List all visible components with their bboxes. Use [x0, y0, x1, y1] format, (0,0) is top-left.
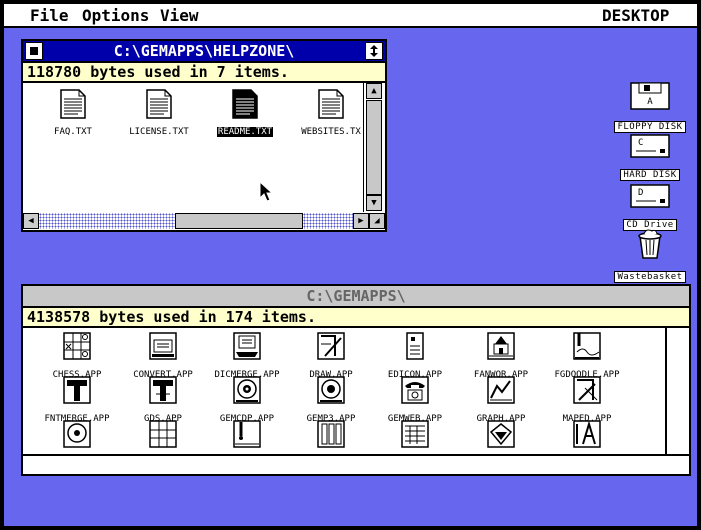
file-websites[interactable]: WEBSITES.TX — [285, 89, 363, 138]
scroll-track[interactable] — [39, 213, 175, 229]
cd-player-icon — [233, 376, 261, 404]
app-icon-item[interactable] — [117, 418, 209, 450]
scroll-left-icon[interactable]: ◀ — [23, 213, 39, 229]
text-file-icon — [60, 89, 86, 119]
desktop-label: DESKTOP — [602, 6, 670, 25]
app-icon — [401, 420, 429, 448]
file-faq[interactable]: FAQ.TXT — [27, 89, 119, 138]
menu-view[interactable]: View — [160, 6, 199, 25]
app-icon-item[interactable] — [369, 418, 461, 450]
desktop-icon-label: Wastebasket — [614, 271, 686, 283]
chess-icon — [63, 332, 91, 360]
scroll-thumb[interactable] — [175, 213, 303, 229]
helpzone-titlebar[interactable]: C:\GEMAPPS\HELPZONE\ — [23, 41, 385, 61]
file-readme[interactable]: README.TXT — [199, 89, 291, 138]
helpzone-horizontal-scrollbar[interactable]: ◀ ▶ ◢ — [23, 212, 385, 230]
gds-icon — [149, 376, 177, 404]
graph-icon — [487, 376, 515, 404]
fgdoodle-icon — [573, 332, 601, 360]
fntmerge-icon — [63, 376, 91, 404]
scroll-down-icon[interactable]: ▼ — [366, 195, 382, 211]
file-label: FAQ.TXT — [54, 127, 92, 137]
dicmerge-icon — [233, 332, 261, 360]
menu-options[interactable]: Options — [82, 6, 149, 25]
app-icon-item[interactable] — [31, 418, 123, 450]
app-icon-item[interactable] — [541, 418, 633, 450]
telephone-icon — [401, 376, 429, 404]
convert-icon — [149, 332, 177, 360]
scroll-up-icon[interactable]: ▲ — [366, 83, 382, 99]
gemapps-window: C:\GEMAPPS\ 4138578 bytes used in 174 it… — [21, 284, 691, 476]
gemapps-info: 4138578 bytes used in 174 items. — [23, 308, 689, 326]
app-icon — [149, 420, 177, 448]
app-icon-item[interactable] — [455, 418, 547, 450]
app-icon — [233, 420, 261, 448]
scroll-thumb[interactable] — [366, 100, 382, 195]
gemapps-horizontal-scrollbar[interactable] — [23, 456, 689, 474]
gemapps-vertical-scrollbar[interactable] — [667, 328, 689, 454]
wastebasket-icon — [638, 229, 662, 259]
drive-letter: D — [638, 188, 643, 198]
edicon-icon — [406, 332, 424, 360]
desktop-icon-label: HARD DISK — [620, 169, 680, 181]
file-label: LICENSE.TXT — [129, 127, 189, 137]
hard-disk-icon: C — [630, 134, 670, 158]
app-icon — [317, 420, 345, 448]
app-icon — [63, 420, 91, 448]
mp3-player-icon — [317, 376, 345, 404]
helpzone-window: C:\GEMAPPS\HELPZONE\ 118780 bytes used i… — [21, 39, 387, 232]
app-icon — [573, 420, 601, 448]
drive-letter: C — [638, 138, 643, 148]
menu-file[interactable]: File — [30, 6, 69, 25]
fanwor-icon — [487, 332, 515, 360]
helpzone-info: 118780 bytes used in 7 items. — [23, 63, 385, 81]
helpzone-vertical-scrollbar[interactable]: ▲ ▼ — [364, 83, 385, 212]
menu-bar: File Options View DESKTOP — [4, 4, 697, 28]
scroll-track[interactable] — [303, 213, 353, 229]
cd-drive[interactable]: D CD Drive — [608, 184, 692, 231]
gemapps-titlebar[interactable]: C:\GEMAPPS\ — [23, 286, 689, 306]
gemapps-title: C:\GEMAPPS\ — [306, 287, 406, 305]
close-box-icon[interactable] — [25, 42, 43, 60]
maped-icon — [573, 376, 601, 404]
drive-letter: A — [647, 97, 653, 107]
hard-disk-drive[interactable]: C HARD DISK — [608, 134, 692, 181]
app-icon — [487, 420, 515, 448]
desktop-screen: File Options View DESKTOP C:\GEMAPPS\HEL… — [4, 4, 697, 526]
cd-drive-icon: D — [630, 184, 670, 208]
mouse-pointer-icon — [259, 181, 274, 202]
floppy-disk-drive[interactable]: A FLOPPY DISK — [608, 82, 692, 133]
gemapps-content: CHESS.APP CONVERT.APP DICMERGE.APP DRAW.APP… — [23, 328, 665, 454]
file-label: WEBSITES.TX — [301, 127, 361, 137]
resize-box-icon[interactable]: ◢ — [369, 213, 385, 229]
text-file-icon — [146, 89, 172, 119]
scroll-right-icon[interactable]: ▶ — [353, 213, 369, 229]
file-label-selected: README.TXT — [216, 127, 274, 137]
floppy-disk-icon: A — [630, 82, 670, 110]
file-license[interactable]: LICENSE.TXT — [113, 89, 205, 138]
desktop-icon-label: FLOPPY DISK — [614, 121, 686, 133]
text-file-icon — [318, 89, 344, 119]
app-icon-item[interactable] — [201, 418, 293, 450]
helpzone-content: FAQ.TXT LICENSE.TXT README.TXT WEBSITES.… — [23, 83, 363, 212]
app-icon-item[interactable] — [285, 418, 377, 450]
text-file-icon-selected — [232, 89, 258, 119]
wastebasket[interactable]: Wastebasket — [608, 228, 692, 283]
helpzone-title: C:\GEMAPPS\HELPZONE\ — [113, 42, 295, 60]
draw-icon — [317, 332, 345, 360]
fuller-box-icon[interactable] — [365, 42, 383, 60]
